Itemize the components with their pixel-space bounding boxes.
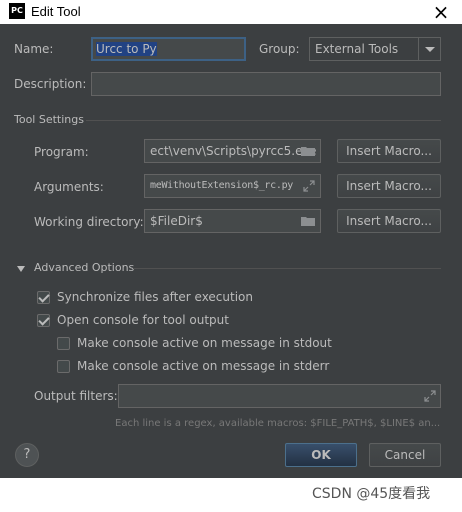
dialog-title: Edit Tool	[31, 4, 81, 19]
working-directory-label: Working directory:	[34, 215, 144, 229]
arguments-label: Arguments:	[34, 180, 104, 194]
program-input[interactable]: ect\venv\Scripts\pyrcc5.exe	[144, 139, 321, 163]
tool-settings-title: Tool Settings	[14, 113, 84, 126]
description-input[interactable]	[91, 72, 441, 96]
close-icon[interactable]: ×	[429, 1, 453, 23]
output-filters-input[interactable]	[118, 384, 441, 408]
description-label: Description:	[14, 77, 87, 91]
edit-tool-dialog: PC Edit Tool × Name: Urcc to Py Group: E…	[0, 0, 462, 478]
console-active-stderr-checkbox[interactable]	[57, 360, 70, 373]
output-filters-label: Output filters:	[34, 389, 118, 403]
advanced-options-divider	[133, 268, 441, 269]
program-insert-macro-button[interactable]: Insert Macro...	[337, 139, 441, 163]
chevron-down-icon[interactable]	[418, 38, 440, 60]
pycharm-app-icon: PC	[9, 3, 25, 19]
name-label: Name:	[14, 42, 54, 56]
arguments-input[interactable]: meWithoutExtension$_rc.py	[144, 174, 321, 198]
console-active-stdout-label[interactable]: Make console active on message in stdout	[77, 336, 332, 350]
console-active-stdout-checkbox[interactable]	[57, 337, 70, 350]
triangle-down-icon[interactable]	[17, 266, 25, 272]
title-bar: PC Edit Tool ×	[0, 0, 462, 24]
working-directory-insert-macro-button[interactable]: Insert Macro...	[337, 209, 441, 233]
group-combobox-value: External Tools	[315, 42, 399, 56]
working-directory-input-value: $FileDir$	[150, 214, 203, 228]
watermark-text: CSDN @45度看我	[312, 486, 431, 502]
expand-icon[interactable]	[303, 180, 315, 192]
program-input-value: ect\venv\Scripts\pyrcc5.exe	[150, 144, 317, 158]
working-directory-input[interactable]: $FileDir$	[144, 209, 321, 233]
open-console-checkbox[interactable]	[37, 314, 50, 327]
cancel-button[interactable]: Cancel	[369, 443, 441, 467]
arguments-insert-macro-button[interactable]: Insert Macro...	[337, 174, 441, 198]
tool-settings-divider	[86, 120, 441, 121]
name-input-value: Urcc to Py	[96, 42, 157, 56]
help-button[interactable]: ?	[15, 443, 39, 467]
synchronize-files-checkbox[interactable]	[37, 291, 50, 304]
advanced-options-title[interactable]: Advanced Options	[34, 261, 134, 274]
ok-button[interactable]: OK	[285, 443, 357, 467]
open-console-label[interactable]: Open console for tool output	[57, 313, 229, 327]
arguments-input-value: meWithoutExtension$_rc.py	[150, 180, 294, 191]
expand-icon[interactable]	[424, 390, 436, 402]
folder-icon[interactable]	[301, 146, 315, 156]
folder-icon[interactable]	[301, 216, 315, 226]
output-filters-hint: Each line is a regex, available macros: …	[115, 418, 441, 429]
program-label: Program:	[34, 145, 89, 159]
group-label: Group:	[259, 42, 300, 56]
console-active-stderr-label[interactable]: Make console active on message in stderr	[77, 359, 329, 373]
name-input[interactable]: Urcc to Py	[91, 37, 246, 61]
group-combobox[interactable]: External Tools	[309, 37, 441, 61]
synchronize-files-label[interactable]: Synchronize files after execution	[57, 290, 253, 304]
